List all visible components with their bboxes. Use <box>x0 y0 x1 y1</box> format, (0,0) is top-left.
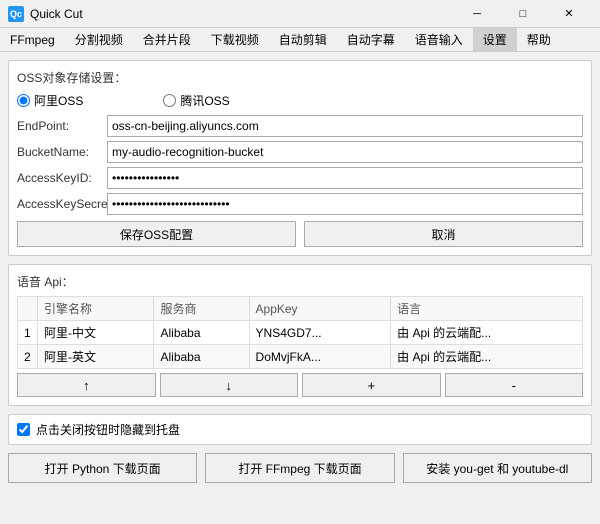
menu-bar: FFmpeg 分割视频 合并片段 下载视频 自动剪辑 自动字幕 语音输入 设置 … <box>0 28 600 52</box>
api-table: 引擎名称 服务商 AppKey 语言 1 阿里-中文 Alibaba YNS4G… <box>17 296 583 369</box>
menu-merge-clips[interactable]: 合并片段 <box>133 28 201 51</box>
api-row-lang: 由 Api 的云端配... <box>391 345 583 369</box>
main-content: OSS对象存储设置： 阿里OSS 腾讯OSS EndPoint: BucketN… <box>0 52 600 524</box>
aliyun-oss-radio[interactable] <box>17 94 30 107</box>
bucket-label: BucketName: <box>17 145 107 159</box>
title-bar-controls: ─ □ ✕ <box>454 0 592 28</box>
menu-auto-subtitle[interactable]: 自动字幕 <box>337 28 405 51</box>
menu-ffmpeg[interactable]: FFmpeg <box>0 28 65 51</box>
api-actions: ↑ ↓ + - <box>17 373 583 397</box>
oss-section: OSS对象存储设置： 阿里OSS 腾讯OSS EndPoint: BucketN… <box>8 60 592 256</box>
api-row-name: 阿里-中文 <box>38 321 154 345</box>
endpoint-row: EndPoint: <box>17 115 583 137</box>
cancel-oss-button[interactable]: 取消 <box>304 221 583 247</box>
tencent-oss-option[interactable]: 腾讯OSS <box>163 92 229 109</box>
api-move-up-button[interactable]: ↑ <box>17 373 156 397</box>
api-table-header-vendor: 服务商 <box>154 297 249 321</box>
accesskeyid-label: AccessKeyID: <box>17 171 107 185</box>
api-table-header-appkey: AppKey <box>249 297 391 321</box>
accesskeyid-input[interactable] <box>107 167 583 189</box>
maximize-button[interactable]: □ <box>500 0 546 28</box>
accesskeysecret-label: AccessKeySecret: <box>17 197 107 211</box>
api-table-header-name: 引擎名称 <box>38 297 154 321</box>
api-row-vendor: Alibaba <box>154 345 249 369</box>
open-ffmpeg-button[interactable]: 打开 FFmpeg 下载页面 <box>205 453 394 483</box>
oss-section-title: OSS对象存储设置： <box>17 69 583 86</box>
aliyun-oss-label: 阿里OSS <box>34 92 83 109</box>
api-remove-button[interactable]: - <box>445 373 584 397</box>
menu-help[interactable]: 帮助 <box>517 28 561 51</box>
voice-api-section: 语音 Api： 引擎名称 服务商 AppKey 语言 1 阿里-中文 Aliba… <box>8 264 592 406</box>
api-row-name: 阿里-英文 <box>38 345 154 369</box>
tencent-oss-label: 腾讯OSS <box>180 92 229 109</box>
bucket-input[interactable] <box>107 141 583 163</box>
checkbox-row: 点击关闭按钮时隐藏到托盘 <box>8 414 592 445</box>
bottom-buttons: 打开 Python 下载页面 打开 FFmpeg 下载页面 安装 you-get… <box>8 453 592 483</box>
title-bar-text: Quick Cut <box>30 7 454 21</box>
api-row-index: 2 <box>18 345 38 369</box>
oss-radio-row: 阿里OSS 腾讯OSS <box>17 92 583 109</box>
api-table-header-lang: 语言 <box>391 297 583 321</box>
close-button[interactable]: ✕ <box>546 0 592 28</box>
endpoint-label: EndPoint: <box>17 119 107 133</box>
api-table-row[interactable]: 1 阿里-中文 Alibaba YNS4GD7... 由 Api 的云端配... <box>18 321 583 345</box>
app-icon: Qc <box>8 6 24 22</box>
api-row-lang: 由 Api 的云端配... <box>391 321 583 345</box>
save-oss-button[interactable]: 保存OSS配置 <box>17 221 296 247</box>
tencent-oss-radio[interactable] <box>163 94 176 107</box>
open-python-button[interactable]: 打开 Python 下载页面 <box>8 453 197 483</box>
accesskeysecret-row: AccessKeySecret: <box>17 193 583 215</box>
accesskeyid-row: AccessKeyID: <box>17 167 583 189</box>
install-youget-button[interactable]: 安装 you-get 和 youtube-dl <box>403 453 592 483</box>
api-add-button[interactable]: + <box>302 373 441 397</box>
api-row-vendor: Alibaba <box>154 321 249 345</box>
api-row-appkey: DoMvjFkA... <box>249 345 391 369</box>
menu-auto-edit[interactable]: 自动剪辑 <box>269 28 337 51</box>
minimize-button[interactable]: ─ <box>454 0 500 28</box>
menu-voice-input[interactable]: 语音输入 <box>405 28 473 51</box>
menu-split-video[interactable]: 分割视频 <box>65 28 133 51</box>
bucket-row: BucketName: <box>17 141 583 163</box>
menu-settings[interactable]: 设置 <box>473 28 517 51</box>
hide-to-tray-checkbox[interactable] <box>17 423 30 436</box>
api-table-header-index <box>18 297 38 321</box>
endpoint-input[interactable] <box>107 115 583 137</box>
hide-to-tray-label[interactable]: 点击关闭按钮时隐藏到托盘 <box>36 421 180 438</box>
oss-buttons: 保存OSS配置 取消 <box>17 221 583 247</box>
title-bar: Qc Quick Cut ─ □ ✕ <box>0 0 600 28</box>
api-move-down-button[interactable]: ↓ <box>160 373 299 397</box>
accesskeysecret-input[interactable] <box>107 193 583 215</box>
api-row-appkey: YNS4GD7... <box>249 321 391 345</box>
api-row-index: 1 <box>18 321 38 345</box>
voice-api-title: 语音 Api： <box>17 273 583 290</box>
api-table-row[interactable]: 2 阿里-英文 Alibaba DoMvjFkA... 由 Api 的云端配..… <box>18 345 583 369</box>
menu-download-video[interactable]: 下载视频 <box>201 28 269 51</box>
aliyun-oss-option[interactable]: 阿里OSS <box>17 92 83 109</box>
